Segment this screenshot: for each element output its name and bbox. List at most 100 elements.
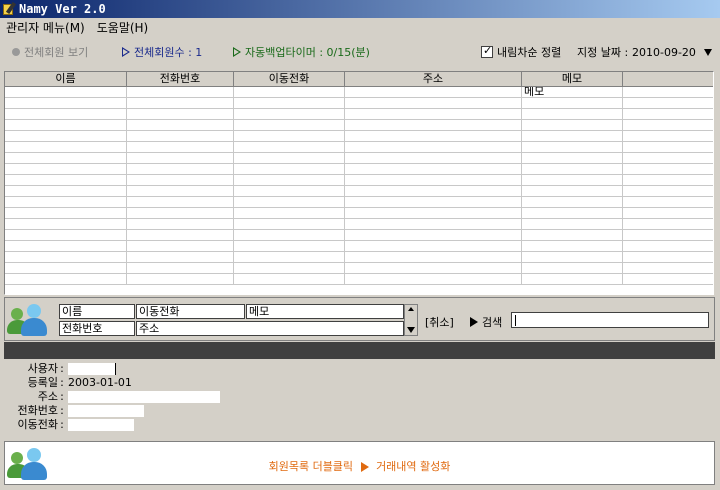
- toolbar: 전체회원 보기 전체회원수 : 1 자동백업타이머 : 0/15(분) 내림차순…: [0, 38, 720, 66]
- table-row[interactable]: [5, 252, 713, 263]
- table-cell: [5, 208, 127, 218]
- dropdown-arrow-icon[interactable]: [703, 48, 712, 56]
- table-cell: [623, 98, 713, 108]
- table-row[interactable]: [5, 142, 713, 153]
- table-cell: [623, 197, 713, 207]
- notepad-icon: [2, 1, 17, 16]
- table-cell: [623, 131, 713, 141]
- table-cell: [345, 197, 522, 207]
- table-cell: [5, 274, 127, 284]
- info-reg-value: 2003-01-01: [68, 376, 132, 389]
- table-row[interactable]: [5, 274, 713, 285]
- table-cell: [234, 197, 345, 207]
- column-header-name[interactable]: 이름: [5, 72, 127, 86]
- view-all-label: 전체회원 보기: [24, 46, 89, 59]
- info-user: 사용자 :: [0, 362, 116, 376]
- table-cell: [234, 186, 345, 196]
- hint-panel: 회원목록 더블클릭 거래내역 활성화: [4, 441, 715, 485]
- search-input[interactable]: [511, 312, 709, 328]
- table-row[interactable]: [5, 241, 713, 252]
- table-row[interactable]: [5, 230, 713, 241]
- table-cell: [522, 142, 623, 152]
- phone-field[interactable]: 전화번호: [59, 321, 135, 336]
- column-header-memo[interactable]: 메모: [522, 72, 623, 86]
- member-table[interactable]: 이름 전화번호 이동전화 주소 메모 메모: [4, 71, 714, 295]
- checkbox-checked-icon[interactable]: [481, 44, 493, 58]
- backup-timer: 자동백업타이머 : 0/15(분): [233, 44, 370, 60]
- scroll-down-icon[interactable]: [407, 327, 415, 333]
- table-row[interactable]: [5, 263, 713, 274]
- search-label: 검색: [482, 316, 503, 329]
- table-cell: [127, 131, 234, 141]
- table-row[interactable]: 메모: [5, 87, 713, 98]
- table-row[interactable]: [5, 197, 713, 208]
- sort-desc-checkbox[interactable]: 내림차순 정렬: [481, 44, 561, 60]
- table-cell: [234, 153, 345, 163]
- table-cell: [234, 241, 345, 251]
- table-cell: [5, 186, 127, 196]
- table-cell: [234, 219, 345, 229]
- table-body: 메모: [5, 87, 713, 285]
- table-row[interactable]: [5, 109, 713, 120]
- menu-admin[interactable]: 관리자 메뉴(M): [0, 19, 91, 36]
- table-cell: [5, 175, 127, 185]
- column-header-mobile[interactable]: 이동전화: [234, 72, 345, 86]
- table-cell: [522, 98, 623, 108]
- table-row[interactable]: [5, 219, 713, 230]
- table-row[interactable]: [5, 131, 713, 142]
- column-header-extra: [623, 72, 713, 86]
- sort-desc-label: 내림차순 정렬: [497, 46, 562, 59]
- play-icon: [360, 462, 369, 472]
- memo-scrollbar[interactable]: [404, 304, 418, 336]
- table-row[interactable]: [5, 98, 713, 109]
- menu-help[interactable]: 도움말(H): [91, 19, 155, 36]
- memo-field[interactable]: 메모: [246, 304, 404, 319]
- view-all-button[interactable]: 전체회원 보기: [12, 44, 88, 60]
- table-cell: [522, 197, 623, 207]
- triangle-right-icon: [122, 47, 130, 57]
- table-cell: [234, 87, 345, 97]
- table-cell: [5, 263, 127, 273]
- table-cell: [127, 164, 234, 174]
- member-count: 전체회원수 : 1: [122, 44, 202, 60]
- table-row[interactable]: [5, 164, 713, 175]
- table-cell: [5, 98, 127, 108]
- table-cell: [623, 120, 713, 130]
- table-cell: [623, 186, 713, 196]
- table-header: 이름 전화번호 이동전화 주소 메모: [5, 72, 713, 87]
- search-button[interactable]: 검색: [470, 314, 502, 330]
- table-row[interactable]: [5, 186, 713, 197]
- table-row[interactable]: [5, 120, 713, 131]
- table-row[interactable]: [5, 208, 713, 219]
- table-cell: [5, 142, 127, 152]
- table-cell: [522, 186, 623, 196]
- table-cell: [234, 208, 345, 218]
- table-cell: [127, 219, 234, 229]
- table-row[interactable]: [5, 175, 713, 186]
- column-header-phone[interactable]: 전화번호: [127, 72, 234, 86]
- scroll-up-icon[interactable]: [408, 307, 414, 311]
- address-field[interactable]: 주소: [136, 321, 404, 336]
- column-header-address[interactable]: 주소: [345, 72, 522, 86]
- table-row[interactable]: [5, 153, 713, 164]
- table-cell: [345, 230, 522, 240]
- table-cell: [5, 197, 127, 207]
- table-cell: [234, 109, 345, 119]
- title-bar: Namy Ver 2.0: [0, 0, 720, 18]
- info-reg-label: 등록일: [27, 376, 58, 389]
- table-cell: [127, 87, 234, 97]
- info-phone-label: 전화번호: [17, 404, 58, 417]
- table-cell: [522, 230, 623, 240]
- info-reg: 등록일 : 2003-01-01: [0, 376, 132, 390]
- table-cell: [522, 274, 623, 284]
- date-picker[interactable]: 2010-09-20: [632, 46, 712, 59]
- table-cell: [234, 252, 345, 262]
- cancel-button[interactable]: [취소]: [425, 314, 454, 330]
- name-field[interactable]: 이름: [59, 304, 135, 319]
- mobile-field[interactable]: 이동전화: [136, 304, 245, 319]
- table-cell: [127, 142, 234, 152]
- table-cell: [345, 98, 522, 108]
- table-cell: [623, 164, 713, 174]
- table-cell: [234, 263, 345, 273]
- table-cell: [345, 142, 522, 152]
